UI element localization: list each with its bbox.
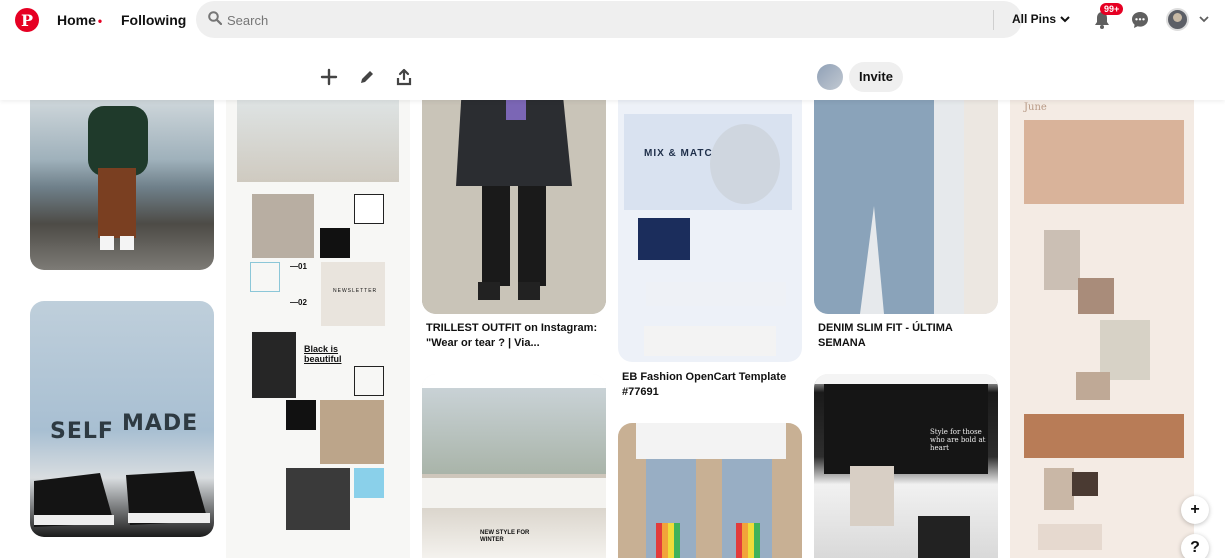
pin-denim-caption[interactable]: DENIM SLIM FIT - ÚLTIMA SEMANA <box>818 321 994 351</box>
collage-number-1: —01 <box>290 262 307 271</box>
collage-tile-outline <box>354 194 384 224</box>
pin-image-person-sweater <box>88 106 148 250</box>
share-upload-icon[interactable] <box>395 68 413 86</box>
collage-tile-black <box>320 228 350 258</box>
pin-image-sneakers <box>34 471 210 527</box>
june-logo-text: June <box>1024 102 1047 113</box>
template-inset-photo-2 <box>918 516 970 558</box>
collage-photo-shoes <box>286 468 350 530</box>
template-hero-model <box>710 124 780 204</box>
collage-black-is-beautiful: Black is beautiful <box>304 344 342 364</box>
collage-newsletter-text: NEWSLETTER <box>333 288 378 294</box>
search-divider <box>993 10 994 30</box>
pin-june-template[interactable]: June <box>1010 86 1194 558</box>
notification-count-badge: 99+ <box>1100 3 1124 15</box>
june-photo-5 <box>1072 472 1098 496</box>
pin-trillest-outfit[interactable] <box>422 86 606 314</box>
template-feature-row <box>422 478 606 508</box>
board-toolbar: Invite <box>0 40 1225 100</box>
pin-self-made-jeans[interactable]: SELF MADE <box>30 301 214 537</box>
invite-button[interactable]: Invite <box>849 62 903 92</box>
floating-add-button[interactable]: + <box>1181 496 1209 524</box>
collage-tile-blue <box>250 262 280 292</box>
edit-pencil-icon[interactable] <box>358 68 376 86</box>
collage-tile-cyan <box>354 468 384 498</box>
collage-photo-text-tile <box>320 400 384 464</box>
pin-eb-fashion-template[interactable]: MIX & MATCH <box>618 86 802 362</box>
pin-image-rainbow-jeans <box>618 423 802 558</box>
june-photo-row <box>1038 524 1102 550</box>
collage-tile-outline-2 <box>354 366 384 396</box>
template-products-row <box>646 282 786 306</box>
template-banner-text: NEW STYLE FOR WINTER <box>480 530 530 543</box>
collage-tile-black-2 <box>286 400 316 430</box>
pin-new-style-winter[interactable]: NEW STYLE FOR WINTER <box>422 374 606 558</box>
pin-fashion-collage[interactable]: —01 —02 NEWSLETTER Black is beautiful <box>226 86 410 558</box>
pin-image-denim <box>814 86 998 314</box>
template-inset-photo <box>850 466 894 526</box>
chevron-down-icon <box>1060 16 1070 23</box>
pin-rainbow-jeans[interactable] <box>618 423 802 558</box>
template-header <box>814 374 998 384</box>
template-hero-text: Style for those who are bold at heart <box>930 428 986 452</box>
search-input[interactable] <box>227 9 927 31</box>
nav-following-link[interactable]: Following <box>121 12 186 28</box>
nav-home-link[interactable]: Home • <box>57 12 102 28</box>
pin-outfit-seaside[interactable] <box>30 86 214 270</box>
messages-chat-icon[interactable] <box>1131 11 1149 29</box>
nav-home-label: Home <box>57 12 96 28</box>
floating-help-button[interactable]: ? <box>1181 534 1209 558</box>
collage-newsletter-tile: NEWSLETTER <box>321 262 385 326</box>
home-new-indicator: • <box>97 14 103 28</box>
june-hero-image <box>1024 120 1184 204</box>
template-hero-image <box>422 388 606 474</box>
pinterest-logo-icon[interactable]: P <box>15 8 39 32</box>
june-photo-4 <box>1044 468 1074 510</box>
june-photo-car <box>1100 320 1150 380</box>
add-plus-icon[interactable] <box>320 68 338 86</box>
top-navigation-bar: P Home• Following All Pins 99+ <box>0 0 1225 40</box>
june-photo-2 <box>1078 278 1114 314</box>
collage-photo-coat <box>252 332 296 398</box>
pin-trillest-caption[interactable]: TRILLEST OUTFIT on Instagram: "Wear or t… <box>426 321 604 351</box>
june-quote-banner <box>1024 414 1184 458</box>
collage-number-2: —02 <box>290 298 307 307</box>
all-pins-label: All Pins <box>1012 12 1057 26</box>
june-photo-1 <box>1044 230 1080 290</box>
account-chevron-down-icon[interactable] <box>1199 14 1209 24</box>
template-footer-row <box>644 326 776 356</box>
pin-denim-slim-fit[interactable] <box>814 86 998 314</box>
search-bar[interactable] <box>196 1 1022 38</box>
collage-beach-photo <box>237 94 399 182</box>
template-collection-image <box>638 218 690 260</box>
june-photo-3 <box>1076 372 1110 400</box>
pin-bw-template[interactable]: Style for those who are bold at heart <box>814 374 998 558</box>
all-pins-filter-dropdown[interactable]: All Pins <box>1012 12 1070 26</box>
pin-eb-caption[interactable]: EB Fashion OpenCart Template #77691 <box>622 370 798 400</box>
search-icon <box>208 11 222 25</box>
pin-image-street-outfit <box>422 86 606 314</box>
template-header-bar <box>422 374 606 388</box>
user-avatar[interactable] <box>1166 8 1189 31</box>
collage-photo-interior <box>252 194 314 258</box>
collaborator-avatar[interactable] <box>817 64 843 90</box>
